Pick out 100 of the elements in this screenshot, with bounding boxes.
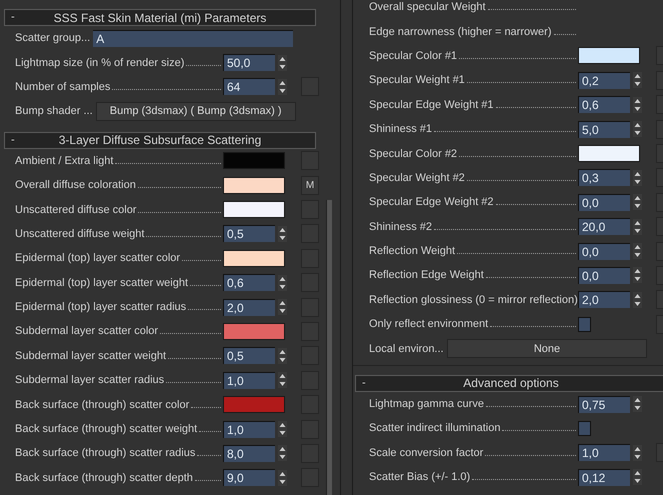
number-field[interactable]: 0,0 <box>578 266 630 284</box>
field-label: Epidermal (top) layer scatter color <box>15 252 180 264</box>
input-field[interactable]: A <box>93 30 294 47</box>
color-swatch[interactable] <box>223 322 285 340</box>
collapse-toggle[interactable]: - <box>11 10 21 25</box>
spinner-arrows-icon[interactable] <box>278 274 287 291</box>
spinner-arrows-icon[interactable] <box>633 469 642 486</box>
collapse-toggle[interactable]: - <box>11 132 21 148</box>
number-field[interactable]: 0,2 <box>578 72 630 89</box>
field-label: Specular Edge Weight #2 <box>369 196 494 208</box>
field-label: Reflection Edge Weight <box>369 269 484 282</box>
color-swatch[interactable] <box>223 176 285 194</box>
spinner-arrows-icon[interactable] <box>278 299 287 316</box>
spinner-arrows-icon[interactable] <box>633 72 642 88</box>
rollout-title: Advanced options <box>462 376 560 390</box>
number-field[interactable]: 20,0 <box>578 218 630 236</box>
field-label: Number of samples <box>15 80 110 93</box>
rollout-header[interactable]: - 3-Layer Diffuse Subsurface Scattering <box>4 132 316 149</box>
field-label: Overall specular Weight <box>369 1 486 14</box>
collapse-toggle[interactable]: - <box>362 376 372 391</box>
field-label: Shininess #2 <box>369 220 432 233</box>
number-field[interactable]: 0,12 <box>578 468 630 486</box>
field-label: Back surface (through) scatter weight <box>15 423 198 436</box>
rollout-header[interactable]: - SSS Fast Skin Material (mi) Parameters <box>4 9 316 26</box>
spinner-arrows-icon[interactable] <box>633 396 642 412</box>
color-swatch[interactable] <box>223 152 285 170</box>
checkbox[interactable] <box>578 316 591 332</box>
field-label: Overall diffuse coloration <box>15 179 136 192</box>
field-label: Back surface (through) scatter depth <box>15 472 193 484</box>
number-field[interactable]: 0,6 <box>578 96 630 114</box>
number-field[interactable]: 5,0 <box>578 120 630 138</box>
field-label: Subdermal layer scatter radius <box>15 374 164 386</box>
color-swatch[interactable] <box>223 396 285 414</box>
number-field[interactable]: 9,0 <box>223 469 275 486</box>
color-swatch[interactable] <box>223 250 285 267</box>
field-label: Unscattered diffuse weight <box>15 228 144 240</box>
number-field[interactable]: 1,0 <box>223 420 275 438</box>
spinner-arrows-icon[interactable] <box>278 348 287 364</box>
number-field[interactable]: 0,0 <box>578 194 630 211</box>
shader-button[interactable]: Bump (3dsmax) ( Bump (3dsmax) ) <box>96 102 296 121</box>
rollout-title: 3-Layer Diffuse Subsurface Scattering <box>58 133 262 148</box>
number-field[interactable]: 0,6 <box>223 274 275 292</box>
spinner-arrows-icon[interactable] <box>278 470 287 486</box>
spinner-arrows-icon[interactable] <box>278 78 287 95</box>
spinner-arrows-icon[interactable] <box>633 267 642 284</box>
field-label: Edge narrowness (higher = narrower) <box>369 26 552 38</box>
field-label: Scale conversion factor <box>369 446 484 459</box>
field-label: Epidermal (top) layer scatter radius <box>15 301 186 314</box>
field-label: Specular Color #1 <box>369 50 458 62</box>
spinner-arrows-icon[interactable] <box>278 54 287 71</box>
number-field[interactable]: 8,0 <box>223 444 275 462</box>
number-field[interactable]: 0,75 <box>578 396 630 413</box>
field-label: Specular Edge Weight #1 <box>369 98 494 111</box>
rollout-header[interactable]: - Advanced options <box>355 374 663 392</box>
field-label: Epidermal (top) layer scatter weight <box>15 276 188 289</box>
number-field[interactable]: 50,0 <box>223 54 275 72</box>
spinner-arrows-icon[interactable] <box>633 194 642 210</box>
field-label: Ambient / Extra light <box>15 154 114 167</box>
field-label: Local environ... <box>369 342 444 355</box>
spinner-arrows-icon[interactable] <box>633 292 642 308</box>
field-label: Lightmap size (in % of render size) <box>15 56 184 69</box>
map-button[interactable]: M <box>301 176 319 195</box>
number-field[interactable]: 0,0 <box>578 242 630 260</box>
field-label: Specular Weight #1 <box>369 74 465 86</box>
field-label: Unscattered diffuse color <box>15 204 136 216</box>
spinner-arrows-icon[interactable] <box>278 421 287 438</box>
field-label: Back surface (through) scatter radius <box>15 447 196 460</box>
spinner-arrows-icon[interactable] <box>278 445 287 462</box>
spinner-arrows-icon[interactable] <box>633 218 642 235</box>
field-label: Scatter Bias (+/- 1.0) <box>369 471 470 484</box>
number-field[interactable]: 0,5 <box>223 347 275 364</box>
field-label: Specular Weight #2 <box>369 172 465 184</box>
field-label: Specular Color #2 <box>369 148 458 160</box>
number-field[interactable]: 64 <box>223 78 275 96</box>
field-label: Bump shader ... <box>15 105 93 118</box>
field-label: Subdermal layer scatter weight <box>15 350 166 362</box>
field-label: Lightmap gamma curve <box>369 398 484 410</box>
color-swatch[interactable] <box>223 201 285 218</box>
number-field[interactable]: 2,0 <box>578 291 630 308</box>
spinner-arrows-icon[interactable] <box>633 121 642 138</box>
field-label: Reflection Weight <box>369 245 456 258</box>
rollout-title: SSS Fast Skin Material (mi) Parameters <box>52 10 268 24</box>
spinner-arrows-icon[interactable] <box>633 96 642 113</box>
number-field[interactable]: 0,3 <box>578 169 630 186</box>
spinner-arrows-icon[interactable] <box>633 170 642 186</box>
color-swatch[interactable] <box>578 145 640 162</box>
spinner-arrows-icon[interactable] <box>633 444 642 461</box>
spinner-arrows-icon[interactable] <box>633 243 642 260</box>
spinner-arrows-icon[interactable] <box>278 226 287 242</box>
spinner-arrows-icon[interactable] <box>278 372 287 388</box>
checkbox[interactable] <box>578 420 591 436</box>
number-field[interactable]: 1,0 <box>223 372 275 389</box>
color-swatch[interactable] <box>578 47 640 64</box>
number-field[interactable]: 2,0 <box>223 298 275 316</box>
scrollbar[interactable] <box>326 200 332 495</box>
field-label: Back surface (through) scatter color <box>15 398 190 411</box>
shader-button[interactable]: None <box>447 339 647 358</box>
field-label: Subdermal layer scatter color <box>15 325 158 338</box>
number-field[interactable]: 0,5 <box>223 225 275 242</box>
number-field[interactable]: 1,0 <box>578 444 630 462</box>
